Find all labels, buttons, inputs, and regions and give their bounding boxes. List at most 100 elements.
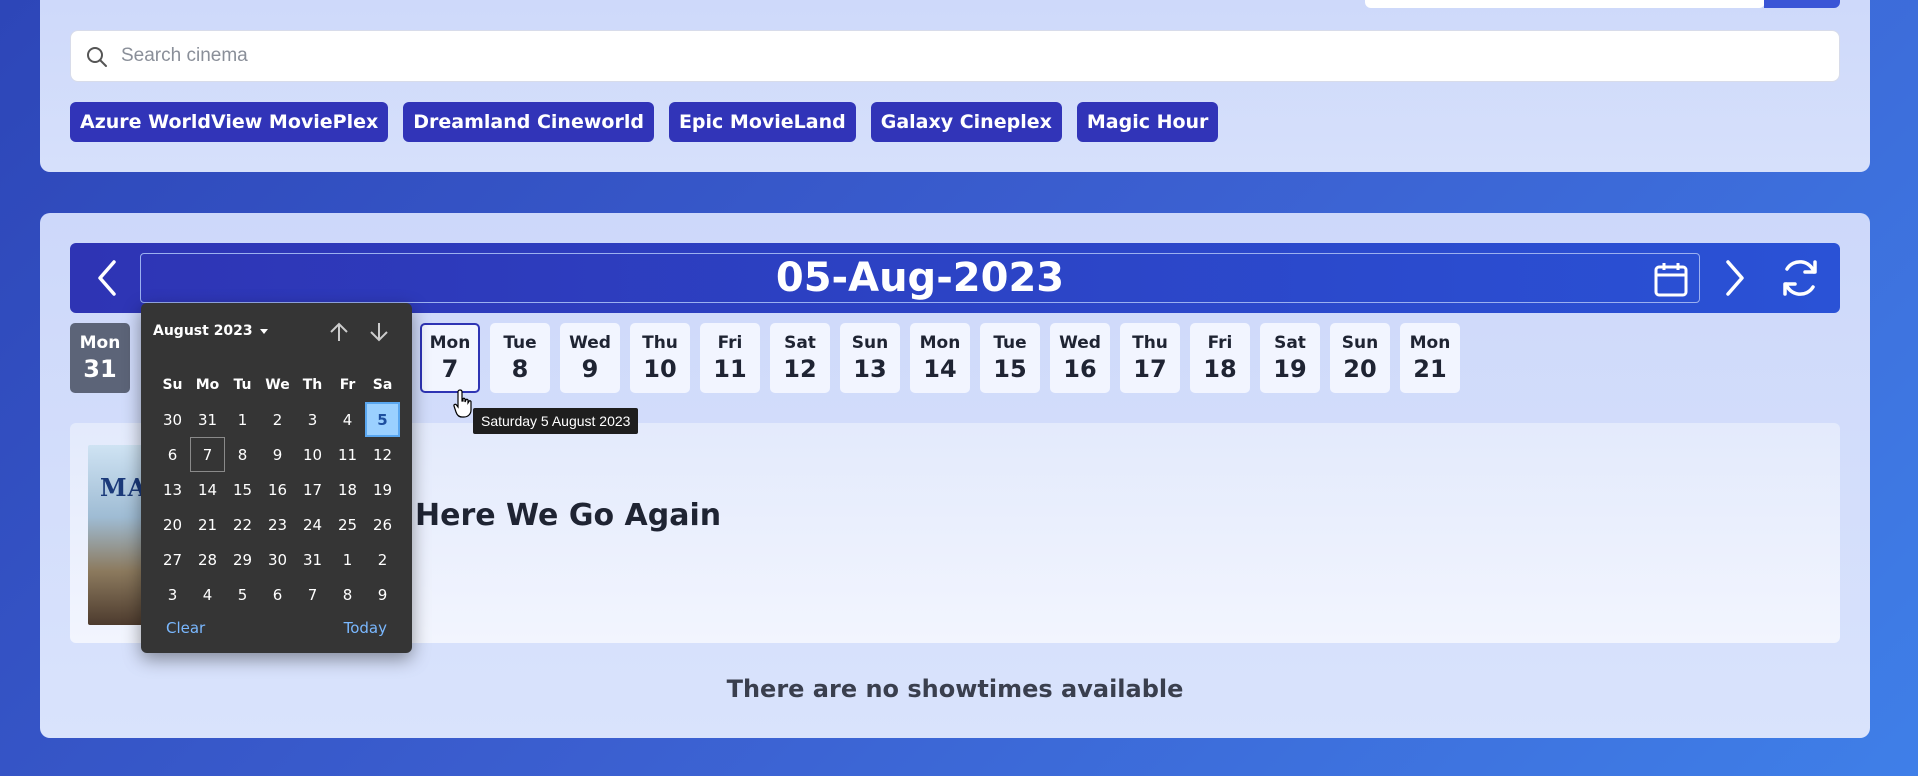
search-input[interactable] xyxy=(121,45,1839,67)
day-fri-11[interactable]: Fri 11 xyxy=(700,323,760,393)
cinema-filter-card: Azure WorldView MoviePlex Dreamland Cinew… xyxy=(40,0,1870,172)
clear-button[interactable]: Clear xyxy=(166,619,205,637)
search-cinema-box[interactable] xyxy=(70,30,1840,82)
calendar-day[interactable]: 18 xyxy=(330,472,365,507)
calendar-day[interactable]: 8 xyxy=(225,437,260,472)
calendar-day[interactable]: 2 xyxy=(260,402,295,437)
calendar-day[interactable]: 19 xyxy=(365,472,400,507)
calendar-day[interactable]: 25 xyxy=(330,507,365,542)
month-label: August 2023 xyxy=(153,323,253,339)
day-sat-19[interactable]: Sat 19 xyxy=(1260,323,1320,393)
calendar-day[interactable]: 1 xyxy=(330,542,365,577)
cinema-chip[interactable]: Epic MovieLand xyxy=(668,102,856,142)
previous-date-button[interactable] xyxy=(82,253,132,303)
day-wed-9[interactable]: Wed 9 xyxy=(560,323,620,393)
calendar-day[interactable]: 11 xyxy=(330,437,365,472)
day-name: Fri xyxy=(717,333,743,353)
day-tue-8[interactable]: Tue 8 xyxy=(490,323,550,393)
previous-month-button[interactable] xyxy=(324,317,354,347)
cinema-chip[interactable]: Magic Hour xyxy=(1076,102,1219,142)
day-number: 10 xyxy=(643,355,677,383)
date-tooltip: Saturday 5 August 2023 xyxy=(473,408,639,434)
calendar-day[interactable]: 30 xyxy=(260,542,295,577)
day-thu-10[interactable]: Thu 10 xyxy=(630,323,690,393)
top-button[interactable] xyxy=(1764,0,1840,8)
calendar-day[interactable]: 9 xyxy=(260,437,295,472)
day-number: 18 xyxy=(1203,355,1237,383)
weekday-header: Fr xyxy=(339,376,356,393)
calendar-day[interactable]: 29 xyxy=(225,542,260,577)
calendar-day[interactable]: 7 xyxy=(295,577,330,612)
calendar-day[interactable]: 28 xyxy=(190,542,225,577)
movie-title[interactable]: Here We Go Again xyxy=(415,498,721,533)
calendar-day[interactable]: 10 xyxy=(295,437,330,472)
calendar-day[interactable]: 26 xyxy=(365,507,400,542)
refresh-button[interactable] xyxy=(1775,253,1825,303)
calendar-day[interactable]: 4 xyxy=(330,402,365,437)
day-thu-17[interactable]: Thu 17 xyxy=(1120,323,1180,393)
day-mon-31[interactable]: Mon 31 xyxy=(70,323,130,393)
calendar-day[interactable]: 3 xyxy=(155,577,190,612)
day-name: Tue xyxy=(993,333,1027,353)
calendar-day[interactable]: 5 xyxy=(365,402,400,437)
day-wed-16[interactable]: Wed 16 xyxy=(1050,323,1110,393)
calendar-day[interactable]: 21 xyxy=(190,507,225,542)
day-tue-15[interactable]: Tue 15 xyxy=(980,323,1040,393)
calendar-day[interactable]: 8 xyxy=(330,577,365,612)
day-number: 14 xyxy=(923,355,957,383)
calendar-day[interactable]: 12 xyxy=(365,437,400,472)
cinema-chip[interactable]: Azure WorldView MoviePlex xyxy=(70,102,389,142)
arrow-up-icon xyxy=(330,322,348,341)
calendar-day[interactable]: 9 xyxy=(365,577,400,612)
calendar-day[interactable]: 23 xyxy=(260,507,295,542)
day-number: 20 xyxy=(1343,355,1377,383)
calendar-button[interactable] xyxy=(1651,259,1691,299)
day-mon-7[interactable]: Mon 7 xyxy=(420,323,480,393)
day-name: Sun xyxy=(1341,333,1379,353)
calendar-day[interactable]: 6 xyxy=(260,577,295,612)
calendar-day[interactable]: 15 xyxy=(225,472,260,507)
calendar-day[interactable]: 3 xyxy=(295,402,330,437)
calendar-day[interactable]: 16 xyxy=(260,472,295,507)
calendar-day[interactable]: 17 xyxy=(295,472,330,507)
calendar-day[interactable]: 7 xyxy=(190,437,225,472)
month-selector[interactable]: August 2023 xyxy=(153,323,269,339)
calendar-day[interactable]: 14 xyxy=(190,472,225,507)
day-sun-13[interactable]: Sun 13 xyxy=(840,323,900,393)
calendar-day[interactable]: 22 xyxy=(225,507,260,542)
calendar-day[interactable]: 4 xyxy=(190,577,225,612)
day-sun-20[interactable]: Sun 20 xyxy=(1330,323,1390,393)
next-month-button[interactable] xyxy=(364,317,394,347)
calendar-day[interactable]: 5 xyxy=(225,577,260,612)
day-mon-21[interactable]: Mon 21 xyxy=(1400,323,1460,393)
day-name: Mon xyxy=(919,333,961,353)
day-sat-12[interactable]: Sat 12 xyxy=(770,323,830,393)
cinema-chip[interactable]: Galaxy Cineplex xyxy=(870,102,1062,142)
next-date-button[interactable] xyxy=(1710,253,1760,303)
day-name: Sat xyxy=(1274,333,1306,353)
calendar-day[interactable]: 31 xyxy=(190,402,225,437)
calendar-day[interactable]: 27 xyxy=(155,542,190,577)
cinema-chip[interactable]: Dreamland Cineworld xyxy=(403,102,654,142)
calendar-day[interactable]: 20 xyxy=(155,507,190,542)
calendar-day[interactable]: 6 xyxy=(155,437,190,472)
datepicker-footer: Clear Today xyxy=(141,619,412,637)
hand-cursor-icon xyxy=(453,389,472,418)
date-input[interactable]: 05-Aug-2023 xyxy=(140,253,1700,303)
calendar-day[interactable]: 13 xyxy=(155,472,190,507)
calendar-day[interactable]: 1 xyxy=(225,402,260,437)
day-name: Wed xyxy=(1059,333,1101,353)
calendar-day[interactable]: 24 xyxy=(295,507,330,542)
day-number: 17 xyxy=(1133,355,1167,383)
day-name: Wed xyxy=(569,333,611,353)
datepicker-popup: August 2023 Su Mo Tu We Th Fr Sa 30 31 1 2 3 4 5 6 7 8 9 1… xyxy=(141,303,412,653)
day-number: 8 xyxy=(511,355,529,383)
day-fri-18[interactable]: Fri 18 xyxy=(1190,323,1250,393)
today-button[interactable]: Today xyxy=(344,619,387,637)
calendar-day[interactable]: 30 xyxy=(155,402,190,437)
day-mon-14[interactable]: Mon 14 xyxy=(910,323,970,393)
calendar-day[interactable]: 31 xyxy=(295,542,330,577)
calendar-day[interactable]: 2 xyxy=(365,542,400,577)
top-input[interactable] xyxy=(1365,0,1765,8)
weekday-header: Sa xyxy=(372,376,393,393)
